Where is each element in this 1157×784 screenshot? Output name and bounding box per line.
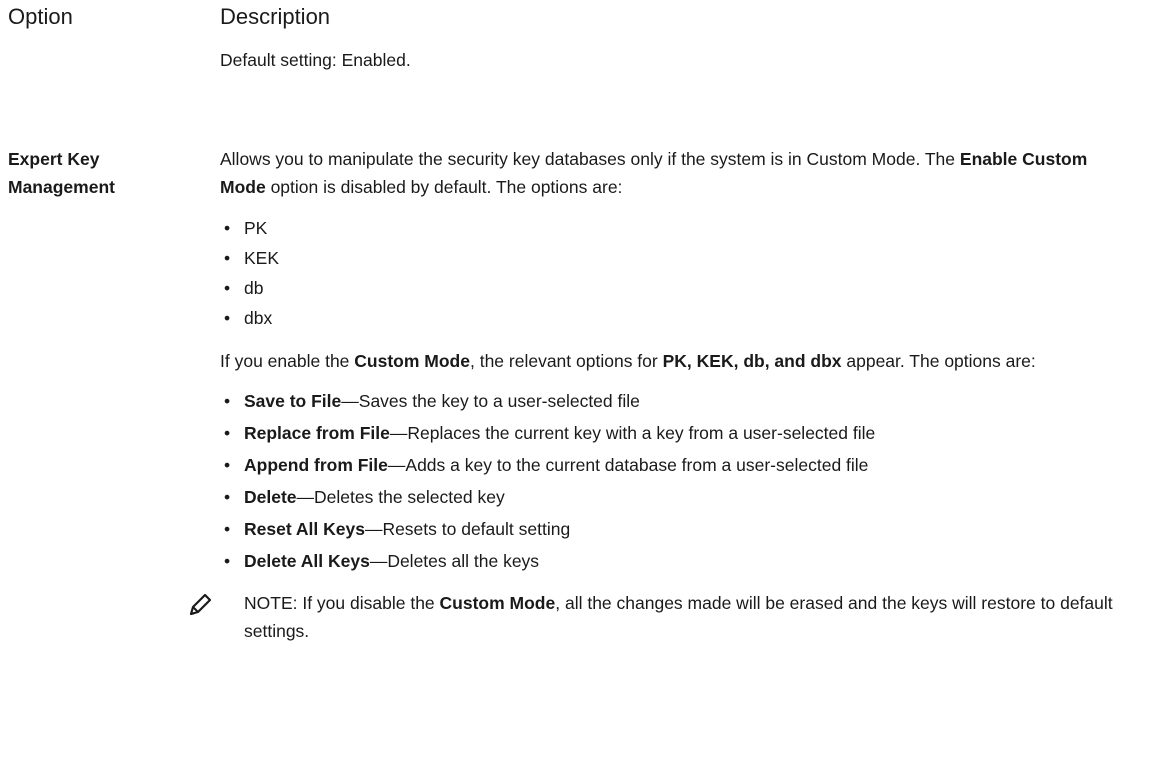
intro-paragraph: Allows you to manipulate the security ke… <box>220 149 1088 197</box>
list-item: dbx <box>220 303 1120 333</box>
option-name-line-1: Expert Key <box>8 149 100 169</box>
option-name-line-2: Management <box>8 177 115 197</box>
option-name: Expert Key Management <box>8 145 198 201</box>
default-setting-text: Default setting: Enabled. <box>220 50 411 70</box>
list-item-append-from-file: Append from File—Adds a key to the curre… <box>188 451 1120 479</box>
note-label: NOTE: <box>244 593 298 613</box>
list-item: KEK <box>220 243 1120 273</box>
list-item-delete: Delete—Deletes the selected key <box>188 483 1120 511</box>
list-item-replace-from-file: Replace from File—Replaces the current k… <box>188 419 1120 447</box>
key-database-list: PK KEK db dbx <box>220 213 1120 333</box>
list-item-reset-all-keys: Reset All Keys—Resets to default setting <box>188 515 1120 543</box>
list-item-save-to-file: Save to File—Saves the key to a user-sel… <box>188 387 1120 415</box>
key-action-list: Save to File—Saves the key to a user-sel… <box>188 387 1120 575</box>
column-header-option: Option <box>8 4 73 29</box>
custom-mode-paragraph: If you enable the Custom Mode, the relev… <box>220 351 1036 371</box>
pencil-note-icon <box>188 593 214 617</box>
list-item: db <box>220 273 1120 303</box>
list-item-delete-all-keys: Delete All Keys—Deletes all the keys <box>188 547 1120 575</box>
column-header-description: Description <box>220 4 331 29</box>
option-description: Allows you to manipulate the security ke… <box>189 145 1120 645</box>
list-item: PK <box>220 213 1120 243</box>
note-block: NOTE: If you disable the Custom Mode, al… <box>188 589 1120 645</box>
